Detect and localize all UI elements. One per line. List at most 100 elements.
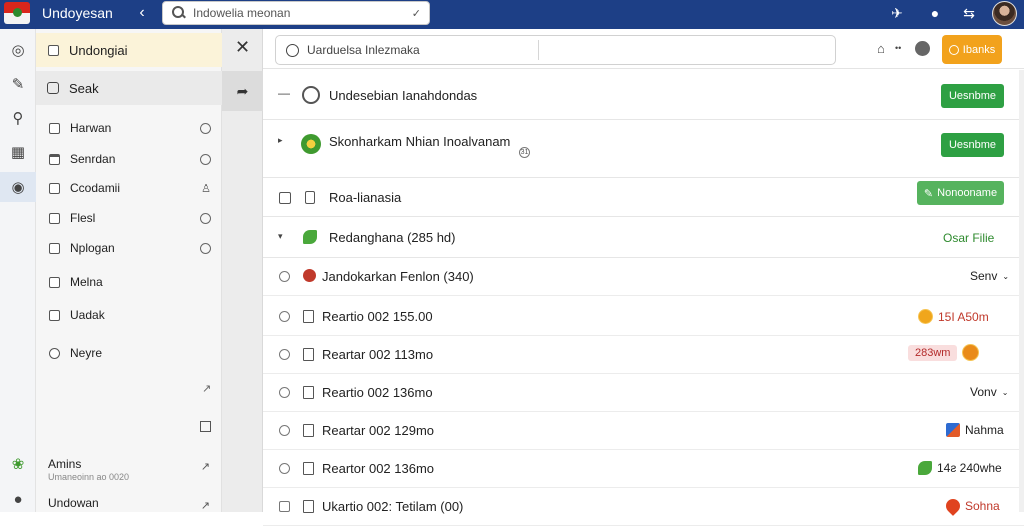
group-header[interactable]: ▾ Redanghana (285 hd) Osar Filie [263,217,1024,258]
mail-subject: Reartor 002 136mo [322,461,435,476]
list-row[interactable]: — Undesebian Ianahdondas Uesnbme [263,70,1024,120]
coin-icon [918,309,933,324]
globe-icon[interactable]: ◉ [0,172,36,202]
folder-checkbox[interactable] [49,182,60,194]
search-mic[interactable]: ✓ [412,7,421,20]
mail-meta: Nahma [946,423,1004,437]
bell-icon[interactable]: ⌂ [877,41,885,56]
folder-item[interactable]: Neyre [36,341,222,365]
primary-action-button[interactable]: Ibanks [942,35,1002,64]
expand-caret-icon[interactable]: ▸ [278,135,283,146]
flag-logo-icon [4,2,30,24]
folder-item[interactable]: Melna [36,270,222,294]
mail-radio[interactable] [279,271,290,282]
folder-item[interactable]: Harwan [36,116,222,140]
folder-radio[interactable] [49,347,60,359]
mail-radio[interactable] [279,425,290,436]
group-filter-link[interactable]: Osar Filie [943,231,994,245]
folder-checkbox[interactable] [49,242,60,254]
mail-meta-text: Vonv [970,385,997,399]
folder-item[interactable]: Uadak [36,303,222,327]
app-badge-icon [946,423,960,437]
radio-icon[interactable] [200,122,211,134]
mail-meta: Senv ⌄ [970,269,1009,283]
tools-icon[interactable]: ✈ [888,5,906,22]
user-avatar[interactable] [992,1,1017,26]
search-rail-icon[interactable]: ⚲ [0,103,36,133]
close-icon[interactable]: ✕ [222,37,263,58]
red-dot-icon [303,269,316,282]
app-title: Undoyesan [42,5,113,21]
radio-icon[interactable] [200,242,211,254]
profile-icon[interactable]: ● [0,484,36,514]
row-action-label: Nonooname [937,187,998,199]
folder-selected-label: Seak [69,80,99,96]
mail-meta-text: Nahma [965,423,1004,437]
radio-icon[interactable] [200,153,211,165]
folder-item[interactable]: Flesl [36,206,222,230]
main-search-input[interactable]: Uarduelsa Inlezmaka [275,35,836,65]
mail-meta-text: 15I A50m [938,309,989,324]
folder-item[interactable]: Ccodamii ♙ [36,176,222,200]
left-rail: ◎ ✎ ⚲ ▦ ◉ ❀ ● [0,29,36,512]
mail-row[interactable]: Reartor 002 136mo 14ƨ 240whe [263,450,1024,488]
forward-arrow-icon[interactable]: ➦ [222,71,263,111]
mail-row[interactable]: Reartio 002 155.00 15I A50m [263,298,1024,336]
folder-checkbox[interactable] [49,309,60,321]
chevron-down-icon[interactable]: ⌄ [1002,388,1009,397]
pin-icon[interactable]: ✎ [0,69,36,99]
scrollbar[interactable] [1019,70,1024,512]
collapse-dash-icon[interactable]: — [278,86,290,100]
main-pane: Uarduelsa Inlezmaka ⌂ •• Ibanks — Undese… [263,29,1024,526]
global-search-input[interactable]: Indowelia meonan ✓ [162,1,430,25]
row-note: 31 [519,147,530,158]
folder-checkbox[interactable] [49,122,60,134]
mail-radio[interactable] [279,463,290,474]
list-row[interactable]: Roa-lianasia ✎ Nonooname [263,178,1024,217]
mail-radio[interactable] [279,387,290,398]
back-chevron-icon[interactable]: ‹ [134,4,150,22]
folder-checkbox[interactable] [49,153,60,165]
settings-icon[interactable]: ⇆ [960,5,978,22]
mail-radio[interactable] [279,311,290,322]
chat-icon[interactable]: ● [926,5,944,21]
folder-checkbox[interactable] [49,276,60,288]
calendar-icon[interactable]: ▦ [0,137,36,167]
mail-row[interactable]: Reartio 002 136mo Vonv ⌄ [263,374,1024,412]
account-footer[interactable]: Amins Umaneoinn ao 0020 ↗ [36,457,222,491]
mail-row[interactable]: Ukartio 002: Tetilam (00) Sohna [263,488,1024,526]
mail-row[interactable]: Reartar 002 113mo 283wm [263,336,1024,374]
bottom-footer[interactable]: Undowan ↗ [36,496,222,512]
folder-header-checkbox[interactable] [48,44,59,56]
more-icon[interactable]: •• [895,43,901,53]
square-icon[interactable] [200,421,211,432]
ring-icon [948,44,959,55]
row-action-button[interactable]: Uesnbme [941,84,1004,108]
doc-icon [303,424,314,437]
row-action-button[interactable]: ✎ Nonooname [917,181,1004,205]
main-search-text: Uarduelsa Inlezmaka [307,43,420,57]
status-dot-icon[interactable] [915,41,930,56]
mail-radio[interactable] [279,349,290,360]
bottom-arrow-icon[interactable]: ↗ [201,499,210,512]
list-row[interactable]: ▸ Skonharkam Nhian Inoalvanam 31 Uesnbme [263,120,1024,178]
expand-arrow-icon[interactable]: ↗ [202,382,211,395]
account-arrow-icon[interactable]: ↗ [201,460,210,473]
folder-header[interactable]: Undongiai [36,33,222,67]
mail-row[interactable]: Reartar 002 129mo Nahma [263,412,1024,450]
row-action-button[interactable]: Uesnbme [941,133,1004,157]
mail-checkbox[interactable] [279,501,290,512]
primary-action-label: Ibanks [962,43,996,56]
compass-icon[interactable]: ◎ [0,35,36,65]
folder-item[interactable]: Nplogan [36,236,222,260]
folder-item[interactable]: Senrdan [36,147,222,171]
mail-subject: Reartar 002 129mo [322,423,435,438]
folder-checkbox[interactable] [49,212,60,224]
row-checkbox[interactable] [279,192,291,204]
folder-selected-item[interactable]: Seak [36,71,222,105]
mail-row[interactable]: Jandokarkan Fenlon (340) Senv ⌄ [263,258,1024,296]
group-caret-icon[interactable]: ▾ [278,231,283,242]
leaf-icon[interactable]: ❀ [0,449,36,479]
chevron-down-icon[interactable]: ⌄ [1002,272,1009,281]
radio-icon[interactable] [200,212,211,224]
